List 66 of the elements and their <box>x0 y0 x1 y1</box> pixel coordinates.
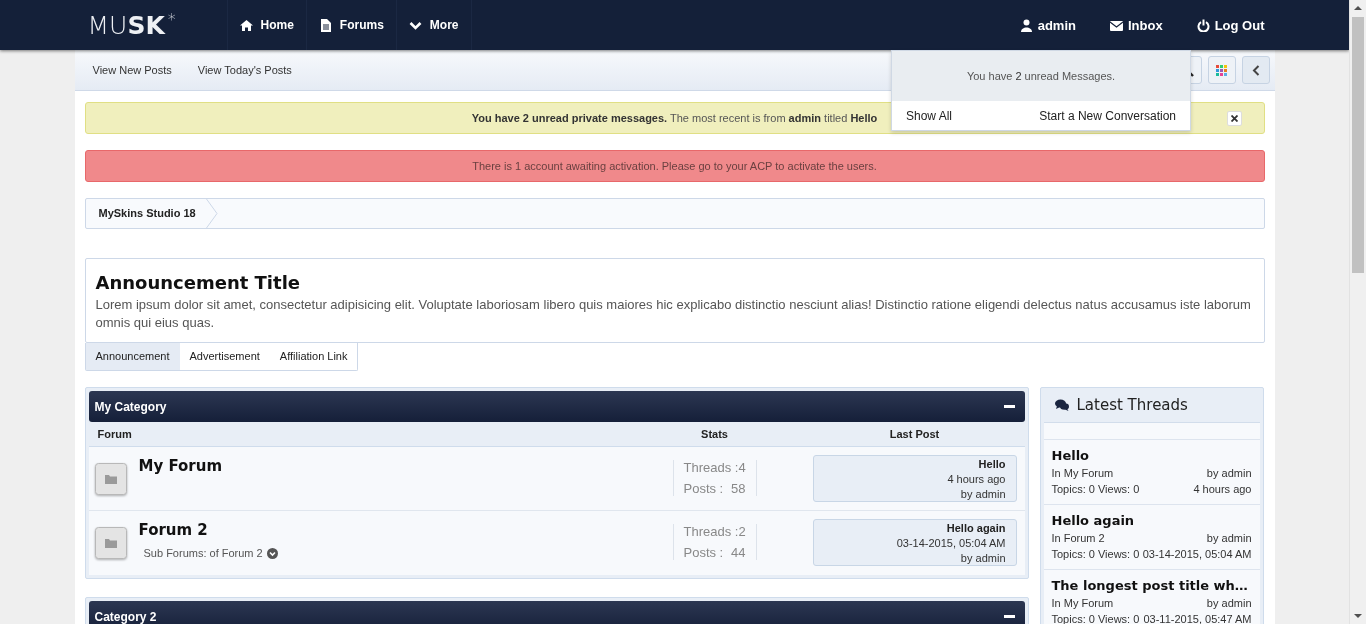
thread-stats: Topics: 0 Views: 0 <box>1051 482 1140 497</box>
thread-forum: In Forum 2 <box>1051 531 1105 546</box>
subnav-link[interactable]: View New Posts <box>92 64 172 76</box>
posts-label: Posts : <box>683 481 724 496</box>
last-post-title[interactable]: Hello <box>978 457 1006 472</box>
thread-forum: In My Forum <box>1051 596 1114 611</box>
home-icon <box>239 18 253 32</box>
user-icon <box>1019 18 1033 32</box>
forum-title[interactable]: My Forum <box>138 457 223 475</box>
tab[interactable]: Advertisement <box>179 343 270 370</box>
chevron-circle-icon <box>266 547 278 559</box>
post-count: 44 <box>731 545 746 560</box>
post-count: 58 <box>731 481 746 496</box>
power-icon <box>1196 18 1210 32</box>
thread-author: by admin <box>1206 596 1252 611</box>
alert-message: There is 1 account awaiting activation. Please go to your ACP to activate the users. <box>472 160 877 172</box>
folder-icon <box>94 527 127 559</box>
chat-bubbles-icon <box>1054 399 1069 411</box>
thread-time: 03-11-2015, 05:47 AM <box>1143 612 1252 624</box>
color-grid-button[interactable] <box>1207 56 1236 84</box>
chevron-left-icon <box>1251 64 1260 76</box>
subforums-link[interactable]: Sub Forums: of Forum 2 <box>143 547 278 559</box>
thread-count: Threads :4 <box>683 460 747 475</box>
announcement-title: Announcement Title <box>95 272 301 293</box>
thread-count: Threads :2 <box>683 524 747 539</box>
announcement-text: Lorem ipsum dolor sit amet, consectetur adipisicing elit. Voluptate laboriosam libero quis maiores hic explicabo distinctio nesciunt alias! Distinctio ratione eligendi delectus natus accusamus iste laborum omnis qui eius quas. <box>95 296 1252 332</box>
envelope-icon <box>1110 18 1123 32</box>
last-post-author: by admin <box>960 487 1006 502</box>
column-heading: Stats <box>700 428 729 440</box>
tab[interactable]: Announcement <box>85 343 180 370</box>
thread-stats: Topics: 0 Views: 0 <box>1051 547 1140 562</box>
thread-author: by admin <box>1206 466 1252 481</box>
last-post-time: 4 hours ago <box>947 472 1006 487</box>
last-post-time: 03-14-2015, 05:04 AM <box>896 536 1006 551</box>
collapse-sidebar-button[interactable] <box>1241 56 1270 84</box>
popup-message: You have 2 unread Messages. <box>966 70 1116 82</box>
thread-author: by admin <box>1206 531 1252 546</box>
user-link[interactable]: Log Out <box>1196 17 1265 33</box>
minus-icon <box>1003 405 1015 408</box>
tab[interactable]: Affiliation Link <box>269 343 358 370</box>
user-link[interactable]: Inbox <box>1110 17 1163 33</box>
breadcrumb-link[interactable]: MySkins Studio 18 <box>85 199 206 228</box>
subnav-link[interactable]: View Today's Posts <box>197 64 292 76</box>
thread-time: 03-14-2015, 05:04 AM <box>1142 547 1252 562</box>
minus-icon <box>1003 615 1015 618</box>
thread-forum: In My Forum <box>1051 466 1114 481</box>
category-title: My Category <box>94 399 168 414</box>
posts-label: Posts : <box>683 545 724 560</box>
document-icon <box>318 18 332 32</box>
grid-icon <box>1216 64 1227 76</box>
category-title: Category 2 <box>94 609 158 624</box>
last-post-author: by admin <box>960 551 1006 566</box>
column-heading: Forum <box>96 428 133 440</box>
logo[interactable]: MUSK$^{*}$ <box>84 10 227 40</box>
thread-time: 4 hours ago <box>1193 482 1252 497</box>
folder-icon <box>94 463 127 495</box>
forum-title[interactable]: Forum 2 <box>138 521 208 539</box>
scrollbar[interactable] <box>1349 0 1366 624</box>
column-heading: Last Post <box>888 428 941 440</box>
panel-title: Latest Threads <box>1076 396 1188 414</box>
thread-title[interactable]: The longest post title wh… <box>1051 578 1252 593</box>
thread-title[interactable]: Hello <box>1051 448 1252 463</box>
last-post-title[interactable]: Hello again <box>946 521 1006 536</box>
alert-message: You have 2 unread private messages. The most recent is from admin titled Hello <box>471 112 878 124</box>
thread-title[interactable]: Hello again <box>1051 513 1252 528</box>
user-link[interactable]: admin <box>1019 17 1076 33</box>
